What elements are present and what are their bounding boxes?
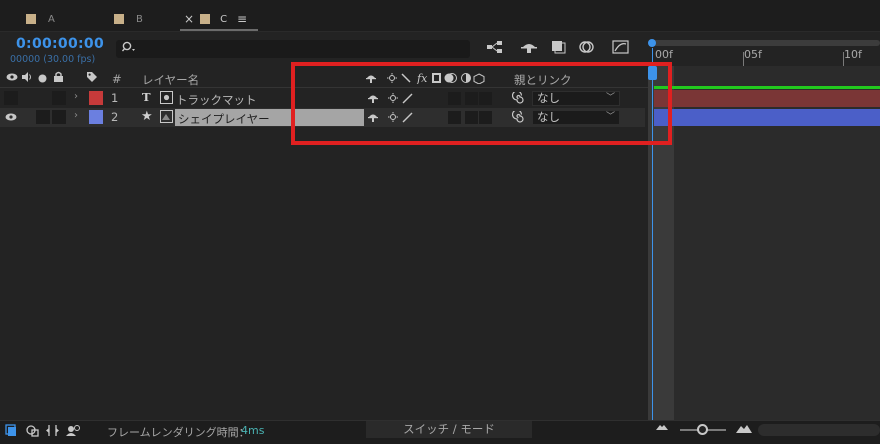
ruler-tick-line	[843, 52, 844, 66]
layer-number: 2	[111, 110, 119, 124]
lock-toggle[interactable]	[52, 91, 66, 105]
highlight-annotation-box	[291, 62, 672, 145]
solo-toggle[interactable]	[36, 110, 50, 124]
frame-render-time-label: フレームレンダリング時間：	[107, 426, 250, 439]
active-tab-indicator	[180, 29, 258, 31]
close-icon[interactable]: ×	[184, 12, 194, 26]
graph-editor-icon[interactable]	[612, 40, 630, 56]
frame-render-time-value: 4ms	[241, 424, 265, 437]
layer-switches-pane-icon[interactable]	[5, 424, 17, 440]
expand-chevron-icon[interactable]: ›	[74, 110, 78, 121]
tab-label: A	[48, 13, 55, 25]
layer-number-header: #	[112, 72, 122, 86]
in-out-duration-pane-icon[interactable]	[46, 424, 59, 440]
composition-swatch-icon	[200, 14, 211, 24]
composition-swatch-icon	[26, 14, 36, 24]
frame-blending-icon[interactable]	[550, 40, 568, 56]
toggle-switches-modes-button[interactable]: スイッチ / モード	[366, 421, 532, 438]
layer-name-header[interactable]: レイヤー名	[142, 72, 199, 88]
layer-number: 1	[111, 91, 119, 105]
transfer-controls-pane-icon[interactable]	[26, 424, 39, 440]
work-area-bar[interactable]	[654, 86, 880, 89]
composition-flowchart-icon[interactable]	[486, 40, 504, 56]
ruler-tick-line	[743, 52, 744, 66]
zoom-in-icon[interactable]	[736, 422, 752, 437]
time-navigator[interactable]	[652, 40, 880, 46]
layer-duration-bar-track-matte[interactable]	[654, 90, 880, 107]
zoom-slider-thumb[interactable]	[697, 424, 708, 435]
ruler-tick-label: 00f	[655, 48, 673, 61]
render-time-pane-icon[interactable]	[66, 424, 80, 440]
label-color-swatch[interactable]	[89, 91, 103, 105]
shy-layers-icon[interactable]	[520, 40, 538, 56]
ruler-tick-label: 05f	[744, 48, 762, 61]
solo-header-icon	[38, 73, 47, 86]
timeline-navigator-scrollbar[interactable]	[758, 424, 880, 436]
search-icon	[121, 41, 138, 58]
lock-header-icon	[53, 71, 64, 86]
audio-header-icon	[21, 72, 33, 85]
track-matte-icon[interactable]	[160, 110, 173, 126]
layer-duration-bar-shape[interactable]	[654, 109, 880, 126]
video-visibility-toggle[interactable]	[5, 112, 17, 125]
zoom-out-icon[interactable]	[656, 422, 668, 433]
composition-swatch-icon	[114, 14, 124, 24]
video-visibility-toggle[interactable]	[4, 91, 18, 105]
tab-c[interactable]: × C ≡	[184, 10, 247, 28]
time-navigator-start-handle[interactable]	[648, 39, 656, 47]
tab-b[interactable]: B	[114, 10, 143, 28]
lock-toggle[interactable]	[52, 110, 66, 124]
shape-layer-icon: ★	[141, 109, 153, 124]
tab-a[interactable]: A	[26, 10, 55, 28]
expand-chevron-icon[interactable]: ›	[74, 91, 78, 102]
video-visibility-header-icon	[6, 72, 18, 85]
text-layer-icon: T	[142, 90, 151, 104]
menu-icon[interactable]: ≡	[237, 12, 247, 26]
ruler-tick-label: 10f	[844, 48, 862, 61]
label-color-swatch[interactable]	[89, 110, 103, 124]
track-matte-icon[interactable]	[160, 91, 173, 107]
tab-label: C	[220, 13, 228, 25]
layer-name[interactable]: トラックマット	[176, 92, 257, 108]
layer-name[interactable]: シェイプレイヤー	[178, 111, 270, 127]
label-header-icon	[86, 71, 98, 86]
motion-blur-icon[interactable]	[578, 40, 596, 56]
tab-label: B	[136, 13, 143, 25]
current-time-display[interactable]: 0:00:00:00	[16, 36, 104, 52]
search-input[interactable]	[116, 40, 470, 58]
frame-rate-display: 00000 (30.00 fps)	[10, 54, 96, 65]
